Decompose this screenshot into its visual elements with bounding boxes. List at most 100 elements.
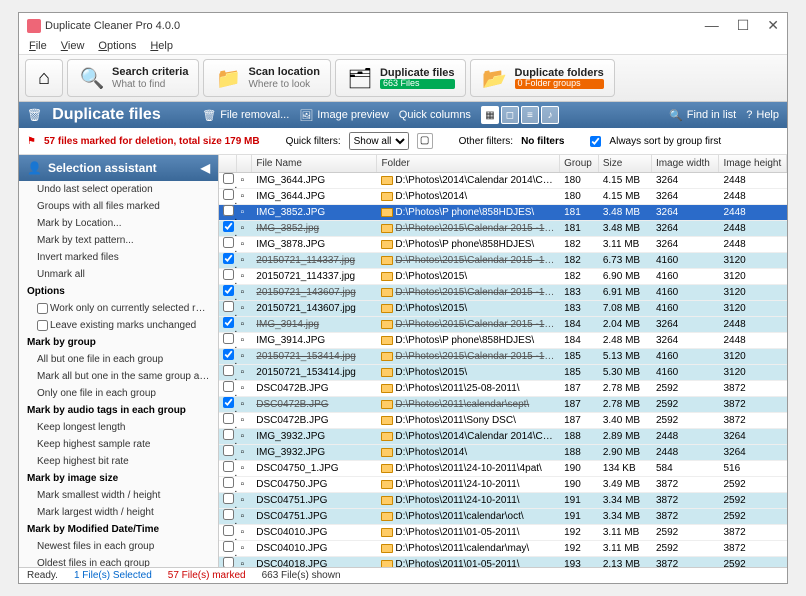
table-row[interactable]: ▫20150721_143607.jpgD:\Photos\2015\1837.… — [219, 301, 787, 317]
row-checkbox[interactable] — [223, 253, 234, 264]
sidebar-item[interactable]: Mark largest width / height — [19, 504, 218, 521]
clear-filter-button[interactable]: ▢ — [417, 133, 433, 149]
find-in-list-button[interactable]: 🔍Find in list — [669, 109, 736, 122]
sidebar-item[interactable]: Newest files in each group — [19, 538, 218, 555]
table-row[interactable]: ▫IMG_3914.jpgD:\Photos\2015\Calendar 201… — [219, 317, 787, 333]
sidebar-item[interactable]: All but one file in each group — [19, 351, 218, 368]
sidebar-item[interactable]: Work only on currently selected rows — [19, 300, 218, 317]
view-grid-icon[interactable]: ▦ — [481, 106, 499, 124]
row-checkbox[interactable] — [223, 381, 234, 392]
file-removal-button[interactable]: 🗑File removal... — [202, 109, 289, 122]
table-row[interactable]: ▫IMG_3932.JPGD:\Photos\2014\Calendar 201… — [219, 429, 787, 445]
table-row[interactable]: ▫DSC0472B.JPGD:\Photos\2011\calendar\sep… — [219, 397, 787, 413]
sidebar-item[interactable]: Invert marked files — [19, 249, 218, 266]
row-checkbox[interactable] — [223, 285, 234, 296]
table-row[interactable]: ▫DSC04010.JPGD:\Photos\2011\01-05-2011\1… — [219, 525, 787, 541]
table-row[interactable]: ▫DSC04010.JPGD:\Photos\2011\calendar\may… — [219, 541, 787, 557]
table-row[interactable]: ▫20150721_143607.jpgD:\Photos\2015\Calen… — [219, 285, 787, 301]
row-checkbox[interactable] — [223, 445, 234, 456]
col-group[interactable]: Group — [560, 155, 599, 172]
menu-help[interactable]: Help — [150, 40, 173, 52]
row-checkbox[interactable] — [223, 493, 234, 504]
table-row[interactable]: ▫IMG_3644.JPGD:\Photos\2014\Calendar 201… — [219, 173, 787, 189]
search-criteria-button[interactable]: 🔍 Search criteriaWhat to find — [67, 59, 199, 97]
menu-view[interactable]: View — [61, 40, 85, 52]
table-row[interactable]: ▫20150721_114337.jpgD:\Photos\2015\1826.… — [219, 269, 787, 285]
sidebar-checkbox[interactable] — [37, 320, 48, 331]
row-checkbox[interactable] — [223, 189, 234, 200]
table-row[interactable]: ▫DSC0472B.JPGD:\Photos\2011\Sony DSC\187… — [219, 413, 787, 429]
row-checkbox[interactable] — [223, 541, 234, 552]
row-checkbox[interactable] — [223, 317, 234, 328]
table-row[interactable]: ▫IMG_3644.JPGD:\Photos\2014\1804.15 MB32… — [219, 189, 787, 205]
table-row[interactable]: ▫20150721_114337.jpgD:\Photos\2015\Calen… — [219, 253, 787, 269]
row-checkbox[interactable] — [223, 525, 234, 536]
quick-filter-select[interactable]: Show all — [349, 132, 409, 150]
row-checkbox[interactable] — [223, 221, 234, 232]
col-size[interactable]: Size — [599, 155, 652, 172]
table-row[interactable]: ▫IMG_3878.JPGD:\Photos\P phone\858HDJES\… — [219, 237, 787, 253]
col-image-height[interactable]: Image height — [719, 155, 787, 172]
row-checkbox[interactable] — [223, 349, 234, 360]
row-checkbox[interactable] — [223, 205, 234, 216]
sidebar-item[interactable]: Oldest files in each group — [19, 555, 218, 567]
sidebar-item[interactable]: Keep highest sample rate — [19, 436, 218, 453]
table-row[interactable]: ▫DSC04750.JPGD:\Photos\2011\24-10-2011\1… — [219, 477, 787, 493]
view-camera-icon[interactable]: ◻ — [501, 106, 519, 124]
table-row[interactable]: ▫IMG_3914.JPGD:\Photos\P phone\858HDJES\… — [219, 333, 787, 349]
maximize-button[interactable]: ☐ — [737, 17, 750, 34]
row-checkbox[interactable] — [223, 509, 234, 520]
table-row[interactable]: ▫20150721_153414.jpgD:\Photos\2015\Calen… — [219, 349, 787, 365]
row-checkbox[interactable] — [223, 301, 234, 312]
menu-file[interactable]: File — [29, 40, 47, 52]
col-checkbox[interactable] — [219, 155, 237, 172]
row-checkbox[interactable] — [223, 461, 234, 472]
help-button[interactable]: ?Help — [746, 109, 779, 121]
image-preview-button[interactable]: 🖼Image preview — [299, 109, 389, 122]
row-checkbox[interactable] — [223, 557, 234, 567]
table-row[interactable]: ▫DSC04751.JPGD:\Photos\2011\calendar\oct… — [219, 509, 787, 525]
row-checkbox[interactable] — [223, 173, 234, 184]
duplicate-files-button[interactable]: 🗂 Duplicate files663 Files — [335, 59, 466, 97]
table-row[interactable]: ▫DSC0472B.JPGD:\Photos\2011\25-08-2011\1… — [219, 381, 787, 397]
view-list-icon[interactable]: ≡ — [521, 106, 539, 124]
row-checkbox[interactable] — [223, 429, 234, 440]
row-checkbox[interactable] — [223, 333, 234, 344]
sidebar-item[interactable]: Mark by text pattern... — [19, 232, 218, 249]
table-row[interactable]: ▫DSC04018.JPGD:\Photos\2011\01-05-2011\1… — [219, 557, 787, 567]
row-checkbox[interactable] — [223, 237, 234, 248]
sidebar-item[interactable]: Undo last select operation — [19, 181, 218, 198]
col-folder[interactable]: Folder — [377, 155, 560, 172]
row-checkbox[interactable] — [223, 477, 234, 488]
table-row[interactable]: ▫DSC04750_1.JPGD:\Photos\2011\24-10-2011… — [219, 461, 787, 477]
col-filename[interactable]: File Name — [252, 155, 377, 172]
table-row[interactable]: ▫IMG_3852.JPGD:\Photos\P phone\858HDJES\… — [219, 205, 787, 221]
row-checkbox[interactable] — [223, 269, 234, 280]
sidebar-item[interactable]: Keep highest bit rate — [19, 453, 218, 470]
duplicate-folders-button[interactable]: 📂 Duplicate folders0 Folder groups — [470, 59, 615, 97]
table-row[interactable]: ▫IMG_3852.jpgD:\Photos\2015\Calendar 201… — [219, 221, 787, 237]
collapse-sidebar-button[interactable]: ◀ — [201, 161, 210, 175]
col-image-width[interactable]: Image width — [652, 155, 720, 172]
row-checkbox[interactable] — [223, 413, 234, 424]
sidebar-item[interactable]: Mark smallest width / height — [19, 487, 218, 504]
table-row[interactable]: ▫DSC04751.JPGD:\Photos\2011\24-10-2011\1… — [219, 493, 787, 509]
menu-options[interactable]: Options — [98, 40, 136, 52]
grid-body[interactable]: ▫IMG_3644.JPGD:\Photos\2014\Calendar 201… — [219, 173, 787, 567]
table-row[interactable]: ▫IMG_3932.JPGD:\Photos\2014\1882.90 MB24… — [219, 445, 787, 461]
close-button[interactable]: ✕ — [767, 17, 779, 34]
sidebar-checkbox[interactable] — [37, 303, 48, 314]
minimize-button[interactable]: — — [705, 17, 719, 34]
sidebar-item[interactable]: Unmark all — [19, 266, 218, 283]
sidebar-item[interactable]: Mark by Location... — [19, 215, 218, 232]
sidebar-item[interactable]: Only one file in each group — [19, 385, 218, 402]
row-checkbox[interactable] — [223, 365, 234, 376]
sidebar-item[interactable]: Mark all but one in the same group and f… — [19, 368, 218, 385]
sidebar-item[interactable]: Keep longest length — [19, 419, 218, 436]
table-row[interactable]: ▫20150721_153414.jpgD:\Photos\2015\1855.… — [219, 365, 787, 381]
sidebar-item[interactable]: Groups with all files marked — [19, 198, 218, 215]
sort-by-group-checkbox[interactable] — [590, 136, 601, 147]
view-music-icon[interactable]: ♪ — [541, 106, 559, 124]
row-checkbox[interactable] — [223, 397, 234, 408]
scan-location-button[interactable]: 📁 Scan locationWhere to look — [203, 59, 331, 97]
